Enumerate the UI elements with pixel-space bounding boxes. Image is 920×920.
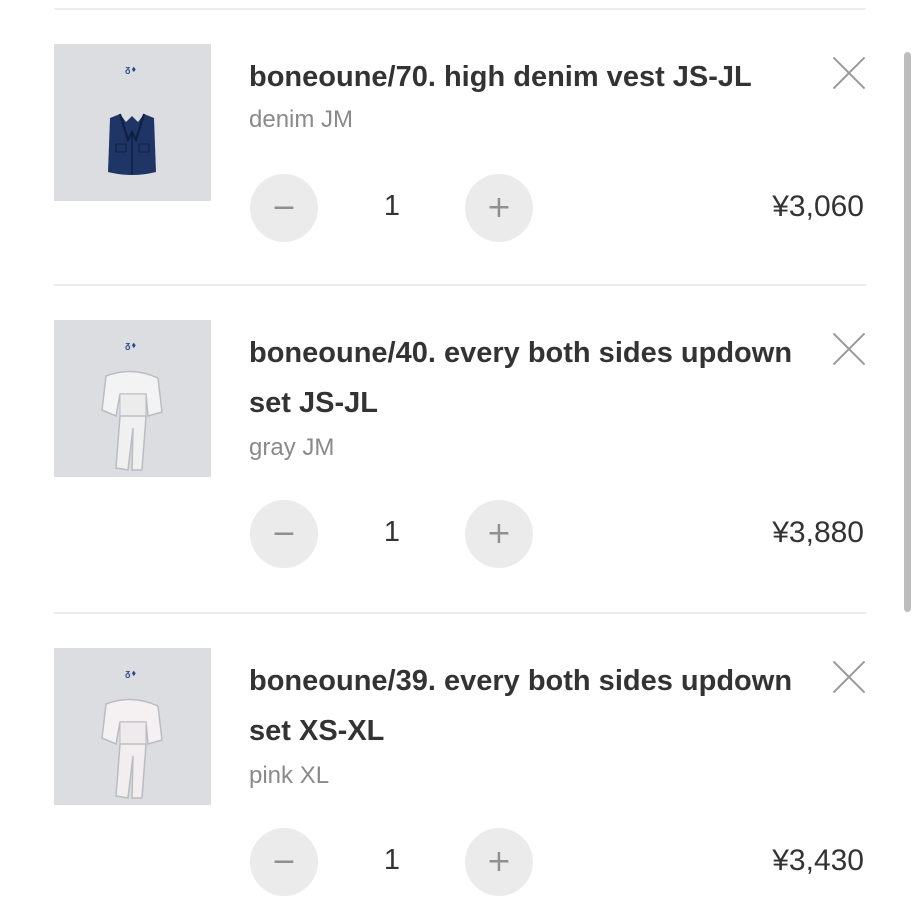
product-variant: pink XL xyxy=(249,762,330,789)
quantity-value: 1 xyxy=(383,516,401,548)
decrease-quantity-button[interactable]: − xyxy=(250,500,318,568)
item-price: ¥3,430 xyxy=(772,844,864,877)
product-variant: gray JM xyxy=(249,434,335,461)
item-price: ¥3,060 xyxy=(772,190,864,223)
quantity-value: 1 xyxy=(383,190,401,222)
item-divider xyxy=(54,612,866,614)
increase-quantity-button[interactable]: + xyxy=(465,174,533,242)
scrollbar[interactable] xyxy=(904,52,911,612)
product-thumbnail[interactable]: ᵹ♦ xyxy=(54,648,211,805)
item-divider xyxy=(54,284,866,286)
updown-set-image xyxy=(101,370,163,471)
top-divider xyxy=(54,8,866,10)
decrease-quantity-button[interactable]: − xyxy=(250,174,318,242)
decrease-quantity-button[interactable]: − xyxy=(250,828,318,896)
product-title[interactable]: boneoune/40. every both sides updown set… xyxy=(249,328,809,428)
item-price: ¥3,880 xyxy=(772,516,864,549)
product-thumbnail[interactable]: ᵹ♦ xyxy=(54,44,211,201)
product-thumbnail[interactable]: ᵹ♦ xyxy=(54,320,211,477)
cart-item: ᵹ♦ boneoune/39. every both sides updown … xyxy=(0,648,920,920)
remove-item-button[interactable] xyxy=(832,660,866,694)
increase-quantity-button[interactable]: + xyxy=(465,500,533,568)
updown-set-image xyxy=(101,698,163,799)
product-variant: denim JM xyxy=(249,106,354,133)
remove-item-button[interactable] xyxy=(832,56,866,90)
increase-quantity-button[interactable]: + xyxy=(465,828,533,896)
remove-item-button[interactable] xyxy=(832,332,866,366)
cart-item: ᵹ♦ boneoune/70. high denim vest JS-JL de… xyxy=(0,44,920,284)
product-title[interactable]: boneoune/70. high denim vest JS-JL xyxy=(249,52,809,102)
product-title[interactable]: boneoune/39. every both sides updown set… xyxy=(249,656,809,756)
cart-item: ᵹ♦ boneoune/40. every both sides updown … xyxy=(0,320,920,610)
denim-vest-image xyxy=(108,113,156,175)
quantity-value: 1 xyxy=(383,844,401,876)
